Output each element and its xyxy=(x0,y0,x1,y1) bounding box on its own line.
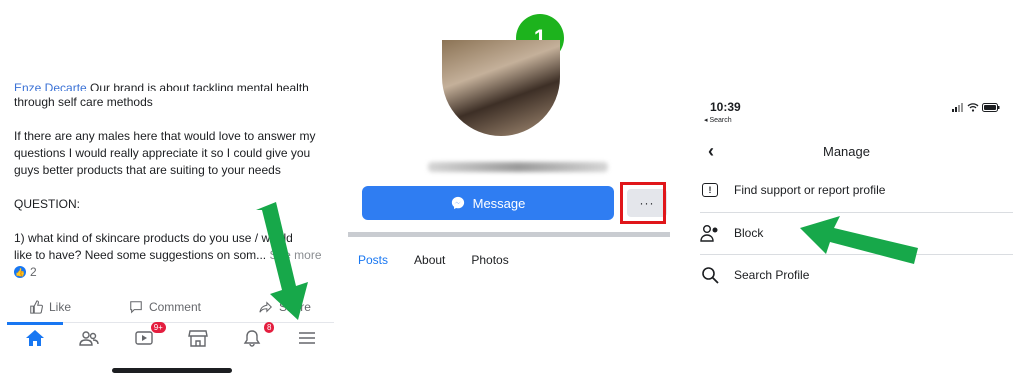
post-panel: Enze Decarte Our brand is about tackling… xyxy=(0,0,340,373)
share-icon xyxy=(259,301,272,313)
message-button[interactable]: Message xyxy=(362,186,614,220)
wifi-icon xyxy=(967,103,979,112)
signal-icon xyxy=(952,103,963,112)
profile-avatar[interactable] xyxy=(442,40,560,136)
post-line-text: like to have? Need some suggestions on s… xyxy=(14,248,267,262)
post-line-last: like to have? Need some suggestions on s… xyxy=(14,247,322,264)
post-first-line: Enze Decarte Our brand is about tackling… xyxy=(14,82,309,91)
section-divider xyxy=(348,232,670,237)
menu-item-label: Block xyxy=(734,226,764,240)
like-label: Like xyxy=(48,300,71,314)
blurred-profile-name xyxy=(428,162,608,172)
menu-icon xyxy=(298,331,315,344)
battery-icon xyxy=(981,103,1000,112)
menu-item-label: Find support or report profile xyxy=(734,183,886,197)
post-line: questions I would really appreciate it s… xyxy=(14,146,311,160)
like-reaction-icon: 👍 xyxy=(14,266,26,278)
back-to-search-link[interactable]: ◂ Search xyxy=(704,116,732,124)
home-indicator xyxy=(112,368,232,373)
watch-badge: 9+ xyxy=(150,321,166,333)
notifications-badge: 8 xyxy=(264,321,275,333)
share-button[interactable]: Share xyxy=(259,300,311,314)
status-icons xyxy=(952,103,1000,115)
tab-photos[interactable]: Photos xyxy=(471,253,508,265)
tab-watch[interactable]: 9+ xyxy=(130,321,166,350)
bottom-tab-bar: 9+ 8 xyxy=(7,321,334,352)
watch-icon xyxy=(135,330,153,345)
tab-home[interactable] xyxy=(7,321,64,350)
post-line: If there are any males here that would l… xyxy=(14,129,316,143)
reaction-count: 2 xyxy=(30,265,37,279)
friends-icon xyxy=(79,330,100,346)
message-label: Message xyxy=(472,195,526,211)
post-line: guys better products that are suiting to… xyxy=(14,163,281,177)
comment-label: Comment xyxy=(148,300,201,314)
tab-menu[interactable] xyxy=(293,326,321,350)
menu-item-find-support[interactable]: ! Find support or report profile xyxy=(700,170,1013,210)
manage-header: ‹ Manage xyxy=(680,140,1013,162)
tab-notifications[interactable]: 8 xyxy=(238,321,275,350)
post-line: 1) what kind of skincare products do you… xyxy=(14,231,293,245)
menu-item-label: Search Profile xyxy=(734,268,810,282)
comment-icon xyxy=(130,301,142,314)
post-actions: Like Comment Share xyxy=(0,296,340,318)
profile-tabs: Posts About Photos xyxy=(358,253,509,265)
menu-item-block[interactable]: Block xyxy=(700,213,1013,253)
manage-panel: 10:39 ◂ Search ‹ Manage ! Find support o… xyxy=(680,0,1013,373)
post-line: QUESTION: xyxy=(14,197,81,211)
manage-title: Manage xyxy=(823,144,870,159)
like-button[interactable]: Like xyxy=(29,300,71,314)
messenger-icon xyxy=(451,196,464,210)
block-person-icon xyxy=(700,225,718,242)
comment-button[interactable]: Comment xyxy=(129,300,201,314)
marketplace-icon xyxy=(188,329,208,347)
profile-panel: Message ··· Posts About Photos xyxy=(348,0,670,373)
reaction-summary[interactable]: 👍 2 xyxy=(14,265,37,279)
menu-item-search-profile[interactable]: Search Profile xyxy=(700,255,1013,295)
status-time: 10:39 xyxy=(710,100,741,114)
highlight-box xyxy=(620,182,666,224)
see-more-link[interactable]: See more xyxy=(266,248,321,262)
share-label: Share xyxy=(278,300,311,314)
post-author-link[interactable]: Enze Decarte xyxy=(14,82,87,91)
post-line: through self care methods xyxy=(14,95,153,109)
search-icon xyxy=(702,267,719,284)
tab-about[interactable]: About xyxy=(414,253,445,265)
tab-posts[interactable]: Posts xyxy=(358,253,388,265)
tab-marketplace[interactable] xyxy=(184,326,212,350)
report-icon: ! xyxy=(702,183,718,197)
tab-friends[interactable] xyxy=(75,326,103,350)
notifications-icon xyxy=(244,329,261,347)
home-icon xyxy=(26,329,45,346)
thumbs-up-icon xyxy=(30,300,43,314)
post-first-line-text: Our brand is about tackling mental healt… xyxy=(86,82,309,91)
